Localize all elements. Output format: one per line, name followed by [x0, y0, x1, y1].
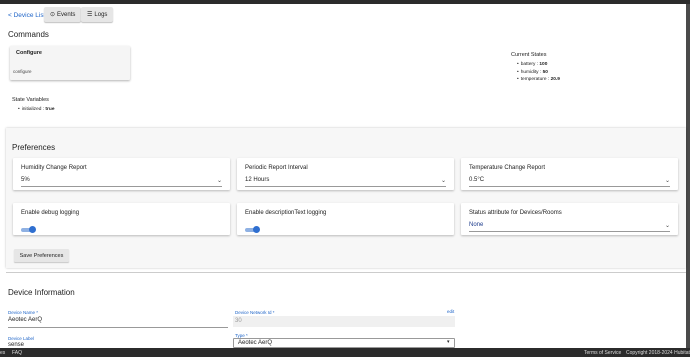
footer: es FAQ Terms of Service Copyright 2018-2…	[0, 348, 690, 357]
logs-button[interactable]: ☰ Logs	[81, 7, 114, 22]
state-item: temperature : 20.9	[517, 76, 560, 84]
temperature-change-report-value: 0.5°C	[469, 177, 485, 183]
terms-of-service-link[interactable]: Terms of Service	[584, 350, 621, 356]
type-select-box[interactable]	[233, 338, 455, 348]
field-underline	[469, 231, 670, 232]
state-item: battery : 100	[517, 61, 560, 69]
commands-heading: Commands	[8, 30, 49, 39]
chevron-down-icon: ⌄	[664, 223, 670, 229]
preferences-panel	[6, 128, 686, 268]
device-network-id-field	[233, 316, 455, 327]
state-variable-item: initialized : true	[18, 107, 55, 112]
description-text-logging-toggle[interactable]	[245, 226, 260, 233]
device-network-id-value: 30	[235, 318, 242, 324]
status-attribute-label: Status attribute for Devices/Rooms	[469, 210, 562, 216]
configure-command-title: Configure	[16, 50, 42, 56]
section-divider	[6, 272, 686, 273]
status-attribute-value: None	[469, 222, 484, 228]
debug-logging-toggle[interactable]	[21, 226, 36, 233]
chevron-down-icon: ⌄	[440, 178, 446, 184]
right-edge-bar	[686, 4, 690, 348]
state-variables: State Variables initialized : true	[12, 97, 54, 112]
field-underline	[8, 327, 228, 328]
preferences-heading: Preferences	[12, 143, 56, 152]
debug-logging-label: Enable debug logging	[21, 210, 80, 216]
current-states-title: Current States	[511, 52, 547, 58]
events-icon: ⊙	[50, 12, 56, 18]
device-list-link[interactable]: < Device List	[8, 12, 45, 19]
description-text-logging-label: Enable descriptionText logging	[245, 210, 327, 216]
faq-link[interactable]: FAQ	[12, 350, 22, 356]
device-information-heading: Device Information	[8, 288, 75, 297]
field-underline	[21, 186, 222, 187]
chevron-down-icon: ⌄	[664, 178, 670, 184]
field-underline	[469, 186, 670, 187]
device-network-id-label: Device Network Id *	[235, 310, 275, 315]
events-label: Events	[57, 11, 76, 18]
footer-left-text: es	[0, 350, 6, 356]
save-preferences-button[interactable]: Save Preferences	[14, 249, 69, 262]
configure-command-subtitle: configure	[13, 69, 32, 74]
configure-command-card[interactable]: Configure configure	[10, 46, 130, 80]
humidity-change-report-label: Humidity Change Report	[21, 165, 87, 171]
dropdown-arrow-icon: ▾	[447, 339, 450, 345]
edit-network-id-link[interactable]: edit	[447, 309, 454, 314]
periodic-report-interval-label: Periodic Report Interval	[245, 165, 308, 171]
humidity-change-report-select[interactable]: Humidity Change Report 5% ⌄	[13, 158, 230, 190]
device-name-label: Device Name *	[8, 310, 39, 315]
humidity-change-report-value: 5%	[21, 177, 30, 183]
chevron-down-icon: ⌄	[216, 178, 222, 184]
events-button[interactable]: ⊙ Events	[44, 7, 82, 22]
top-bar	[0, 0, 690, 4]
periodic-report-interval-select[interactable]: Periodic Report Interval 12 Hours ⌄	[237, 158, 454, 190]
toggle-knob	[253, 226, 260, 233]
description-text-logging-setting: Enable descriptionText logging	[237, 203, 454, 235]
temperature-change-report-select[interactable]: Temperature Change Report 0.5°C ⌄	[461, 158, 678, 190]
periodic-report-interval-value: 12 Hours	[245, 177, 270, 183]
state-item: humidity : 50	[517, 69, 560, 77]
toggle-knob	[29, 226, 36, 233]
status-attribute-select[interactable]: Status attribute for Devices/Rooms None …	[461, 203, 678, 235]
debug-logging-setting: Enable debug logging	[13, 203, 230, 235]
device-label-label: Device Label	[8, 336, 35, 341]
copyright-text: Copyright 2018-2024 Hubitat	[626, 350, 690, 356]
logs-label: Logs	[94, 11, 108, 18]
device-name-input[interactable]: Aeotec AerQ	[8, 317, 42, 323]
logs-icon: ☰	[87, 12, 93, 18]
field-underline	[245, 186, 446, 187]
current-states: Current States battery : 100 humidity : …	[511, 52, 560, 84]
state-variables-title: State Variables	[12, 97, 49, 103]
temperature-change-report-label: Temperature Change Report	[469, 165, 546, 171]
